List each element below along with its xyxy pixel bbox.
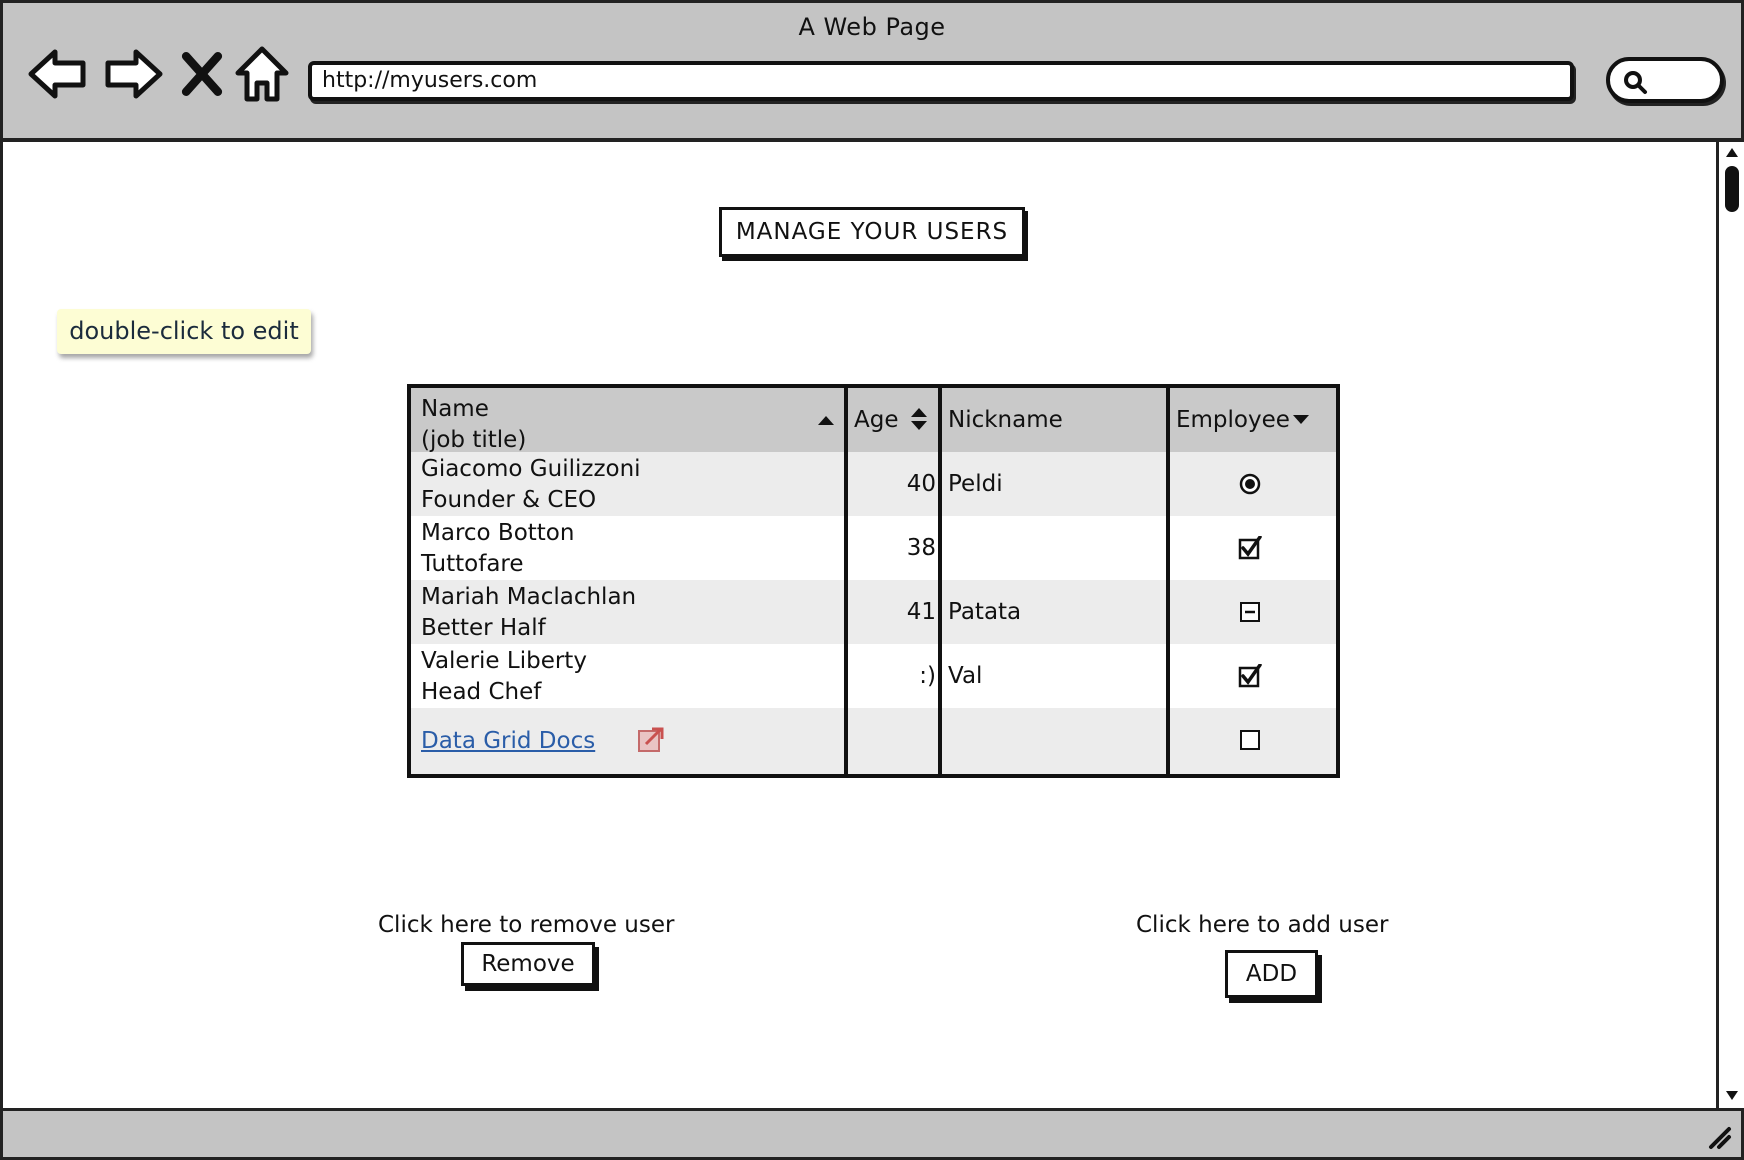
user-job-title: Tuttofare: [421, 551, 524, 577]
column-header-employee[interactable]: Employee: [1168, 388, 1336, 452]
sort-toggle-icon[interactable]: [910, 406, 928, 432]
column-header-age-label: Age: [854, 407, 899, 433]
home-icon[interactable]: [231, 43, 293, 105]
column-header-age[interactable]: Age: [846, 388, 940, 452]
employee-checkbox-checked[interactable]: [1238, 664, 1262, 688]
nickname-cell: [940, 708, 1168, 774]
age-cell: 38: [846, 516, 940, 580]
back-icon[interactable]: [27, 43, 89, 105]
age-cell: 41: [846, 580, 940, 644]
nickname-cell: [940, 516, 1168, 580]
column-header-name[interactable]: Name (job title): [411, 388, 846, 453]
docs-link-cell: Data Grid Docs: [411, 708, 846, 774]
chevron-down-icon[interactable]: [1292, 414, 1310, 426]
table-row[interactable]: Valerie Liberty Head Chef :) Val: [411, 644, 1336, 708]
scroll-down-icon[interactable]: [1725, 1090, 1739, 1102]
add-user-caption: Click here to add user: [1136, 912, 1389, 938]
sort-ascending-icon[interactable]: [817, 414, 835, 426]
column-header-employee-label: Employee: [1176, 407, 1290, 433]
name-cell: Marco Botton Tuttofare: [411, 516, 846, 580]
employee-cell: [1168, 452, 1336, 516]
employee-cell: [1168, 708, 1336, 774]
user-name: Marco Botton: [421, 520, 575, 546]
scroll-up-icon[interactable]: [1725, 146, 1739, 158]
user-age: :): [919, 663, 936, 689]
user-job-title: Better Half: [421, 615, 546, 641]
vertical-scrollbar[interactable]: [1716, 142, 1744, 1108]
age-cell: 40: [846, 452, 940, 516]
data-grid-docs-link[interactable]: Data Grid Docs: [421, 708, 595, 774]
address-bar[interactable]: http://myusers.com: [308, 61, 1574, 101]
column-header-nickname[interactable]: Nickname: [940, 388, 1168, 452]
user-job-title: Head Chef: [421, 679, 542, 705]
page-title: MANAGE YOUR USERS: [719, 207, 1025, 257]
external-link-icon[interactable]: [637, 726, 665, 754]
column-divider: [938, 388, 942, 774]
forward-icon[interactable]: [102, 43, 164, 105]
table-footer-row: Data Grid Docs: [411, 708, 1336, 774]
name-cell: Valerie Liberty Head Chef: [411, 644, 846, 708]
employee-checkbox-checked[interactable]: [1238, 536, 1262, 560]
remove-button[interactable]: Remove: [461, 942, 595, 986]
users-data-grid: Name (job title) Age Nickname Employee G…: [407, 384, 1340, 778]
browser-toolbar: A Web Page http://myusers.com: [0, 0, 1744, 142]
window-title: A Web Page: [798, 13, 946, 41]
user-nickname: Patata: [948, 599, 1022, 625]
employee-radio-selected[interactable]: [1238, 472, 1262, 496]
employee-checkbox-indeterminate[interactable]: [1238, 600, 1262, 624]
age-cell: :): [846, 644, 940, 708]
employee-checkbox-unchecked[interactable]: [1238, 728, 1262, 752]
column-header-nickname-label: Nickname: [948, 407, 1063, 433]
search-icon: [1624, 71, 1647, 94]
column-header-name-label: Name: [421, 396, 489, 422]
scroll-thumb[interactable]: [1725, 166, 1739, 212]
employee-cell: [1168, 516, 1336, 580]
employee-cell: [1168, 644, 1336, 708]
age-cell: [846, 708, 940, 774]
user-nickname: Val: [948, 663, 983, 689]
table-row[interactable]: Marco Botton Tuttofare 38: [411, 516, 1336, 580]
browser-status-bar: [0, 1108, 1744, 1160]
nickname-cell: Peldi: [940, 452, 1168, 516]
table-row[interactable]: Mariah Maclachlan Better Half 41 Patata: [411, 580, 1336, 644]
stop-icon[interactable]: [173, 43, 231, 105]
search-field[interactable]: [1606, 57, 1724, 103]
remove-user-caption: Click here to remove user: [378, 912, 675, 938]
user-name: Giacomo Guilizzoni: [421, 456, 641, 482]
name-cell: Mariah Maclachlan Better Half: [411, 580, 846, 644]
name-cell: Giacomo Guilizzoni Founder & CEO: [411, 452, 846, 516]
add-button[interactable]: ADD: [1225, 950, 1318, 998]
employee-cell: [1168, 580, 1336, 644]
table-row[interactable]: Giacomo Guilizzoni Founder & CEO 40 Peld…: [411, 452, 1336, 516]
nickname-cell: Patata: [940, 580, 1168, 644]
user-job-title: Founder & CEO: [421, 487, 597, 513]
nickname-cell: Val: [940, 644, 1168, 708]
edit-tooltip: double-click to edit: [57, 309, 311, 354]
grid-header-row: Name (job title) Age Nickname Employee: [411, 388, 1336, 453]
user-name: Valerie Liberty: [421, 648, 587, 674]
column-divider: [844, 388, 848, 774]
resize-grip-icon[interactable]: [1703, 1121, 1733, 1151]
user-age: 38: [906, 535, 936, 561]
user-age: 41: [906, 599, 936, 625]
user-nickname: Peldi: [948, 471, 1003, 497]
column-divider: [1166, 388, 1170, 774]
user-name: Mariah Maclachlan: [421, 584, 637, 610]
user-age: 40: [906, 471, 936, 497]
